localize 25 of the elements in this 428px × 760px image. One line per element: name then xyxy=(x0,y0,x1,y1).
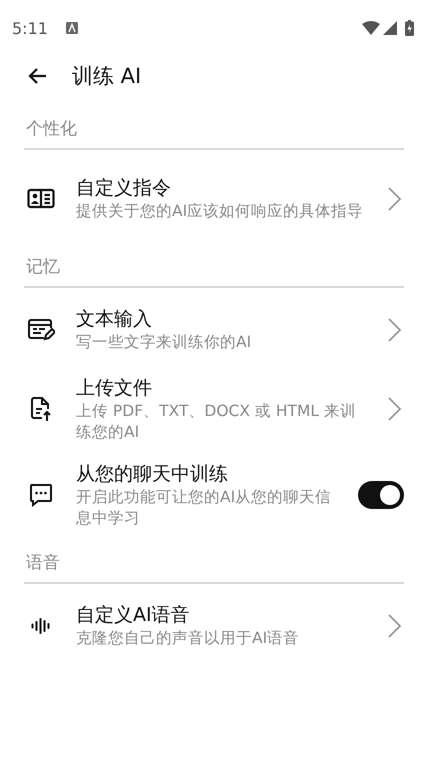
note-edit-icon xyxy=(27,318,55,342)
page-title: 训练 AI xyxy=(72,63,142,90)
item-title: 文本输入 xyxy=(76,307,153,332)
chat-icon xyxy=(29,483,53,507)
item-subtitle: 克隆您自己的声音以用于AI语音 xyxy=(76,628,300,649)
item-subtitle: 上传 PDF、TXT、DOCX 或 HTML 来训练您的AI xyxy=(76,400,357,442)
section-title: 记忆 xyxy=(25,256,61,278)
item-title: 上传文件 xyxy=(76,376,153,400)
sound-wave-icon xyxy=(31,618,51,634)
item-subtitle: 开启此功能可让您的AI从您的聊天信息中学习 xyxy=(76,486,332,528)
signal-icon xyxy=(383,21,397,35)
item-title: 从您的聊天中训练 xyxy=(76,462,229,486)
battery-icon xyxy=(405,20,414,36)
notification-icon xyxy=(66,22,78,34)
file-upload-icon xyxy=(30,396,52,422)
item-title: 自定义AI语音 xyxy=(76,603,191,628)
wifi-icon xyxy=(362,21,380,35)
section-title: 语音 xyxy=(25,552,61,574)
book-icon xyxy=(27,188,55,210)
item-title: 自定义指令 xyxy=(76,176,172,201)
item-subtitle: 提供关于您的AI应该如何响应的具体指导 xyxy=(76,201,364,222)
section-title: 个性化 xyxy=(25,118,78,140)
status-time: 5:11 xyxy=(12,18,48,38)
toggle-switch[interactable] xyxy=(358,481,404,509)
item-subtitle: 写一些文字来训练你的AI xyxy=(76,332,252,353)
